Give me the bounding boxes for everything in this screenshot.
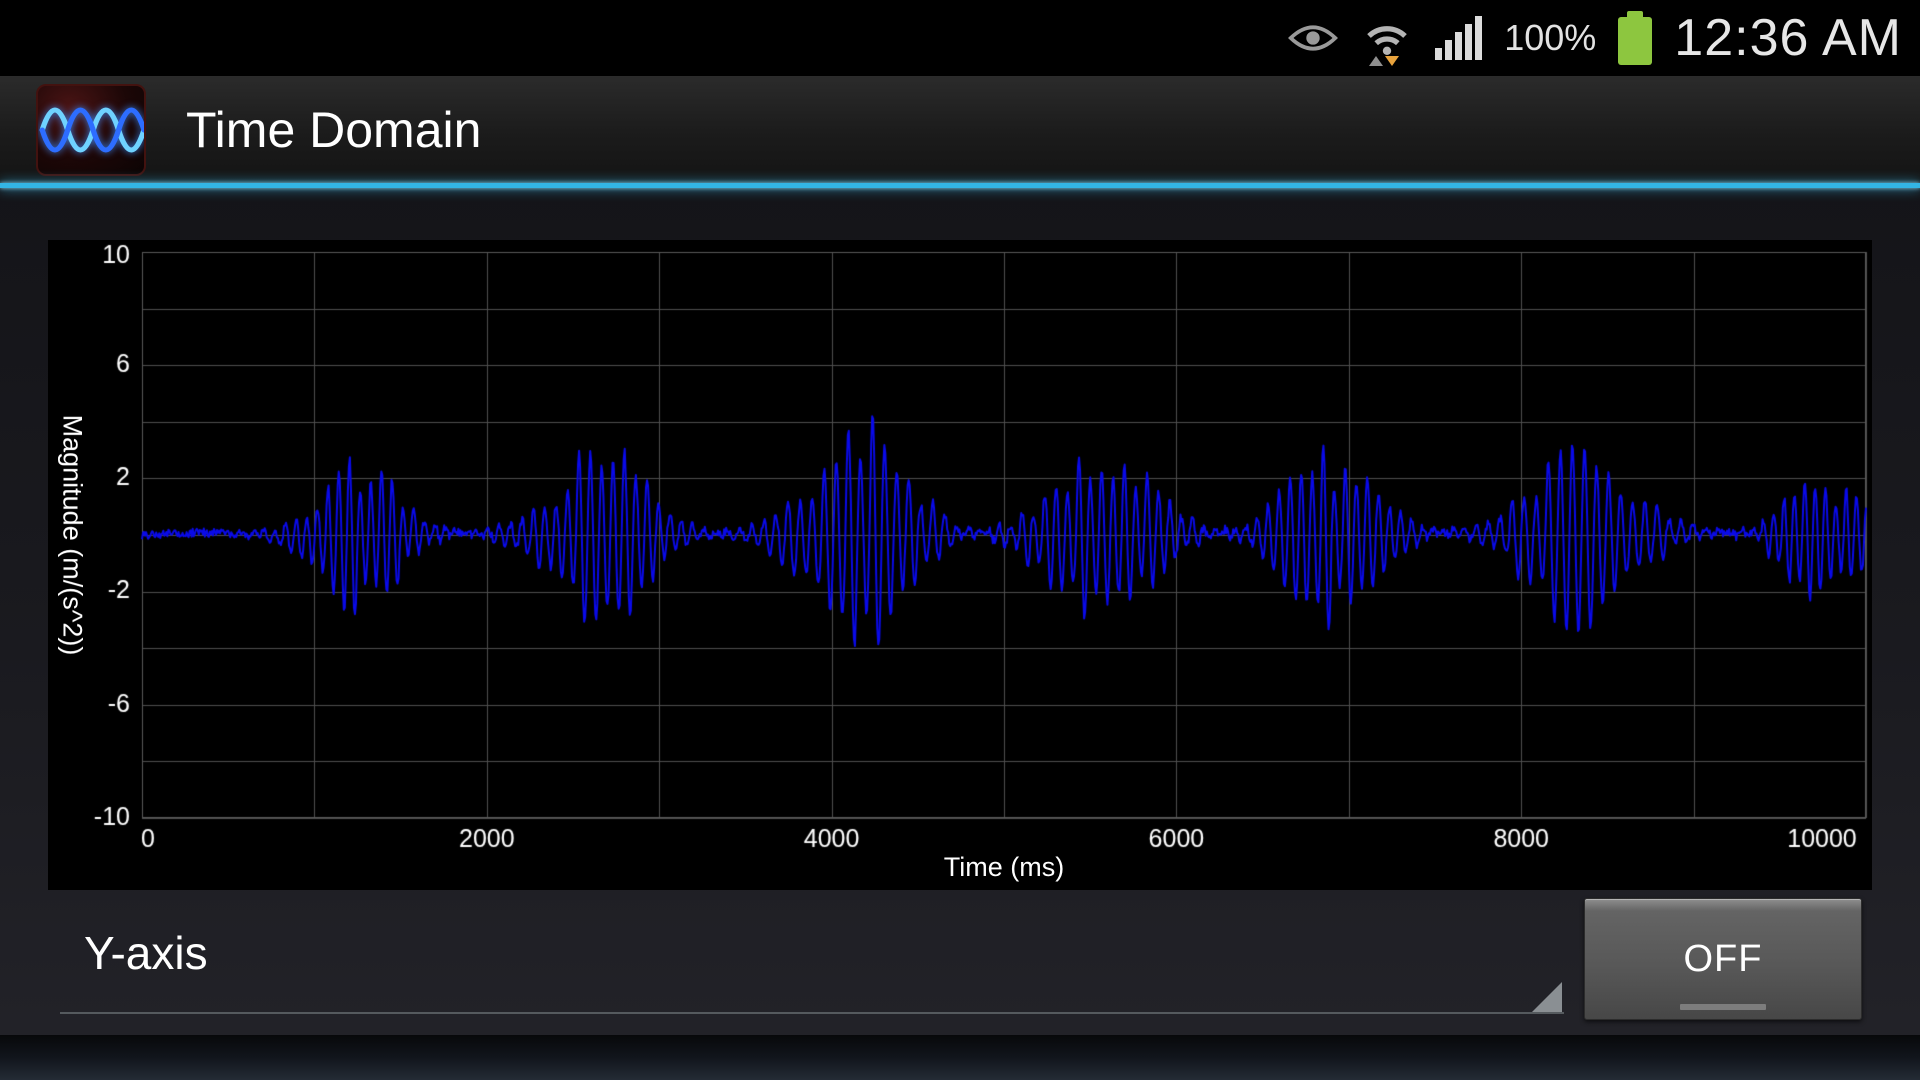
y-axis-toggle-button[interactable]: OFF [1584, 898, 1862, 1020]
spinner-corner-handle-icon [1532, 982, 1562, 1012]
waveform-canvas [48, 240, 1872, 890]
toggle-label: OFF [1684, 938, 1763, 981]
spinner-underline [60, 1012, 1564, 1014]
smart-stay-eye-icon [1287, 20, 1339, 56]
bottom-gradient [0, 1035, 1920, 1080]
status-bar: 100% 12:36 AM [0, 0, 1920, 76]
signal-strength-icon [1435, 16, 1482, 60]
x-axis-label: Time (ms) [944, 852, 1064, 883]
plot-panel: Magnitude (m/(s^2)) Time (ms) [48, 240, 1872, 890]
page-title: Time Domain [186, 101, 481, 159]
battery-icon [1618, 11, 1652, 65]
battery-percent-label: 100% [1504, 17, 1596, 59]
y-axis-spinner[interactable]: Y-axis [48, 898, 1564, 1014]
clock-label: 12:36 AM [1674, 8, 1902, 68]
wifi-activity-arrows-icon [1369, 56, 1399, 66]
toggle-indicator [1680, 1004, 1766, 1010]
app-icon[interactable] [36, 84, 146, 176]
y-axis-label: Magnitude (m/(s^2)) [57, 415, 88, 656]
accent-underline [0, 183, 1920, 188]
spinner-selected-label: Y-axis [84, 926, 208, 980]
wifi-icon [1361, 12, 1413, 64]
action-bar: Time Domain [0, 76, 1920, 183]
screen: 100% 12:36 AM Time Domain Magnitude (m/(… [0, 0, 1920, 1080]
